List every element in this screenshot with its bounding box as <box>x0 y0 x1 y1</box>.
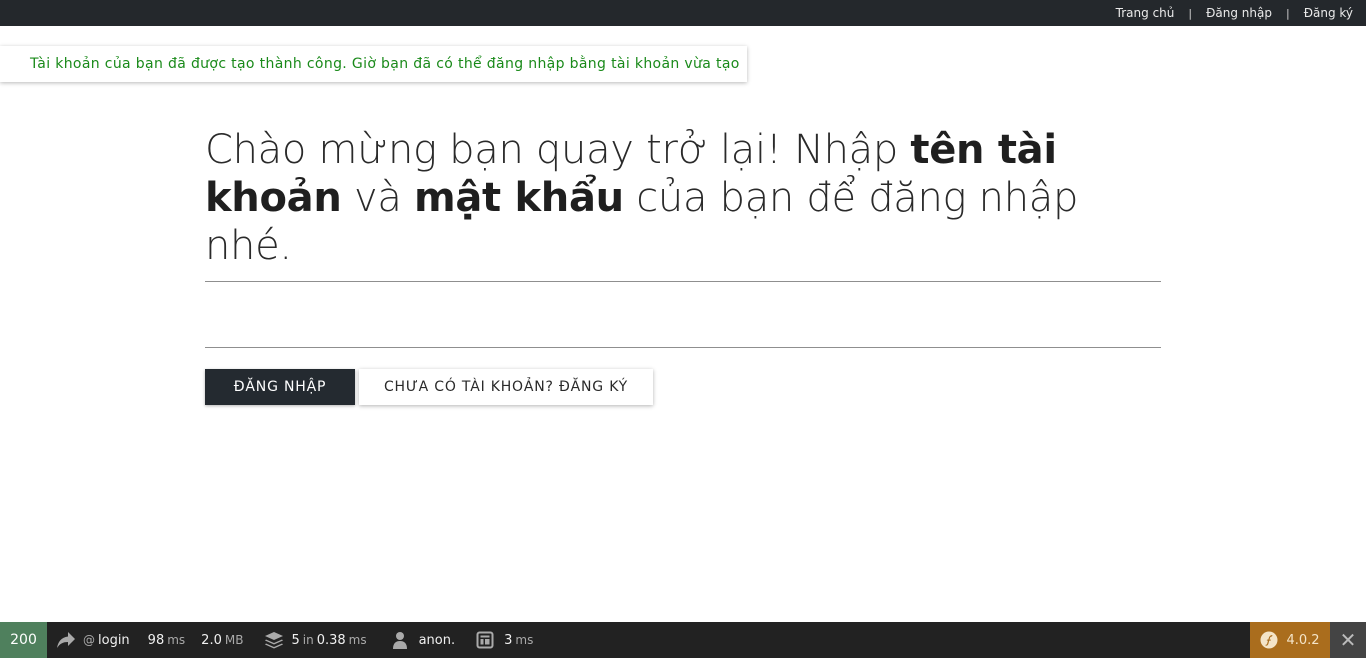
route-arrow-icon <box>57 632 75 648</box>
nav-separator: | <box>1285 6 1290 20</box>
login-button[interactable]: ĐĂNG NHẬP <box>205 369 355 405</box>
heading-bold-password: mật khẩu <box>413 175 624 221</box>
toolbar-user[interactable]: anon. <box>379 622 465 658</box>
toolbar-twig[interactable]: 3 ms <box>464 622 545 658</box>
register-button[interactable]: CHƯA CÓ TÀI KHOẢN? ĐĂNG KÝ <box>359 369 653 405</box>
user-icon <box>392 632 407 649</box>
top-navbar: Trang chủ | Đăng nhập | Đăng ký <box>0 0 1366 26</box>
status-code: 200 <box>10 632 37 648</box>
db-in-label: in <box>302 633 314 647</box>
symfony-version: 4.0.2 <box>1286 632 1320 648</box>
nav-register-link[interactable]: Đăng ký <box>1304 6 1353 20</box>
route-at-symbol: @ <box>83 633 95 647</box>
memory-unit: MB <box>224 633 244 647</box>
db-query-count: 5 <box>291 632 300 648</box>
db-time-unit: ms <box>348 633 367 647</box>
time-unit: ms <box>167 633 186 647</box>
nav-login-link[interactable]: Đăng nhập <box>1206 6 1272 20</box>
toolbar-right: 4.0.2 ✕ <box>1250 622 1366 658</box>
symfony-logo-icon <box>1260 631 1278 649</box>
username-input[interactable] <box>205 242 1161 282</box>
heading-text-1: Chào mừng bạn quay trở lại! Nhập <box>205 127 911 173</box>
time-value: 98 <box>147 632 165 648</box>
memory-value: 2.0 <box>201 632 222 648</box>
debug-toolbar: 200 @ login 98 ms 2.0 MB 5 in 0.38 ms an… <box>0 622 1366 658</box>
toolbar-route[interactable]: @ login <box>47 622 139 658</box>
database-layers-icon <box>265 632 284 649</box>
password-input[interactable] <box>205 308 1161 348</box>
success-flash-message: Tài khoản của bạn đã được tạo thành công… <box>0 46 747 82</box>
twig-time-value: 3 <box>504 632 513 648</box>
heading-text-2: và <box>341 175 414 221</box>
toolbar-time[interactable]: 98 ms <box>139 622 198 658</box>
toolbar-memory[interactable]: 2.0 MB <box>197 622 255 658</box>
twig-time-unit: ms <box>515 633 534 647</box>
nav-home-link[interactable]: Trang chủ <box>1116 6 1175 20</box>
flash-message-text: Tài khoản của bạn đã được tạo thành công… <box>30 56 740 72</box>
route-name: login <box>98 632 130 648</box>
toolbar-database[interactable]: 5 in 0.38 ms <box>255 622 378 658</box>
symfony-version-badge[interactable]: 4.0.2 <box>1250 622 1330 658</box>
user-name: anon. <box>418 632 456 648</box>
twig-template-icon <box>476 631 494 649</box>
status-code-badge[interactable]: 200 <box>0 622 47 658</box>
nav-separator: | <box>1188 6 1193 20</box>
db-query-time: 0.38 <box>316 632 346 648</box>
toolbar-close-button[interactable]: ✕ <box>1330 622 1366 658</box>
close-icon: ✕ <box>1339 628 1357 652</box>
